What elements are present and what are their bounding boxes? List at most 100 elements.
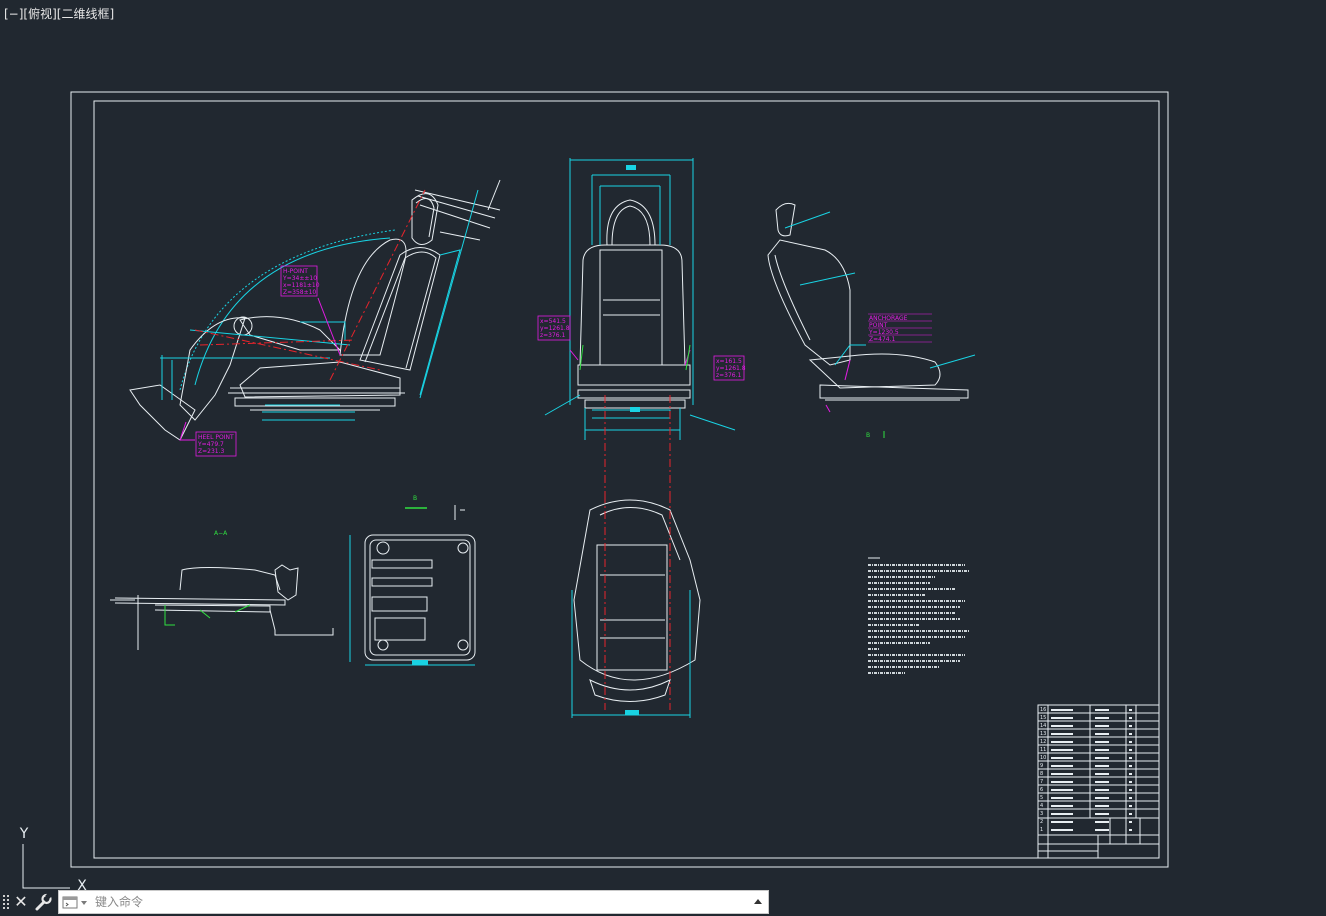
title-block-cell-mark xyxy=(1095,765,1109,767)
anchorage-callout: ANCHORAGE POINT Y=1230.5 Z=474.1 xyxy=(868,313,932,343)
title-block-cell-mark xyxy=(1129,797,1132,799)
anchorage-title: ANCHORAGE xyxy=(869,315,908,322)
title-block-cell-mark xyxy=(1051,725,1073,727)
title-block-cell-mark xyxy=(1095,717,1109,719)
title-block-cell-mark xyxy=(1095,797,1109,799)
title-block-cell-mark xyxy=(1095,749,1109,751)
front-left-z: z=376.1 xyxy=(540,332,566,339)
title-block-row-number: 9 xyxy=(1040,763,1043,769)
title-block-cell-mark xyxy=(1129,757,1132,759)
title-block-cell-mark xyxy=(1095,781,1109,783)
customize-wrench-icon[interactable] xyxy=(33,892,53,912)
title-block-cell-mark xyxy=(1095,741,1109,743)
bottom-plate-view xyxy=(349,505,476,666)
heelpoint-z: Z=231.3 xyxy=(198,448,224,455)
title-block-cell-mark xyxy=(1095,805,1109,807)
title-block-cell-mark xyxy=(1051,821,1073,823)
drag-handle-icon[interactable] xyxy=(2,894,10,910)
title-block-cell-mark xyxy=(1051,717,1073,719)
title-block-cell-mark xyxy=(1129,813,1132,815)
title-block-row-number: 4 xyxy=(1040,803,1043,809)
title-block-row-number: 15 xyxy=(1040,715,1046,721)
hpoint-x: x=1181±10 xyxy=(283,282,320,289)
title-block-row-number: 7 xyxy=(1040,779,1043,785)
title-block-cell-text xyxy=(1051,709,1132,831)
front-right-x: x=161.5 xyxy=(716,358,742,365)
title-block-cell-mark xyxy=(1051,749,1073,751)
model-viewport[interactable]: [−][俯视][二维线框] H-POINT Y=34±±10 x=1181±10… xyxy=(0,0,1326,916)
title-block-row-number: 14 xyxy=(1040,723,1046,729)
anchorage-point: POINT xyxy=(869,322,888,329)
technical-notes xyxy=(868,557,970,674)
title-block-cell-mark xyxy=(1095,773,1109,775)
title-block-cell-mark xyxy=(1051,797,1073,799)
front-left-x: x=541.5 xyxy=(540,318,566,325)
command-input-container xyxy=(58,890,769,914)
hpoint-title: H-POINT xyxy=(283,268,308,275)
title-block-row-number: 12 xyxy=(1040,739,1046,745)
front-view xyxy=(544,158,736,495)
heelpoint-y: Y=479.7 xyxy=(197,441,224,448)
title-block-cell-mark xyxy=(1095,813,1109,815)
close-command-line-button[interactable]: ✕ xyxy=(12,892,30,912)
title-block-row-number: 3 xyxy=(1040,811,1043,817)
title-block-cell-mark xyxy=(1051,805,1073,807)
title-block-cell-mark xyxy=(1129,765,1132,767)
title-block-cell-mark xyxy=(1129,773,1132,775)
title-block-cell-mark xyxy=(1051,757,1073,759)
heelpoint-title: HEEL POINT xyxy=(198,434,234,441)
title-block-cell-mark xyxy=(1129,805,1132,807)
recent-commands-icon[interactable] xyxy=(62,896,90,910)
ucs-y-label: Y xyxy=(19,826,29,842)
title-block-cell-mark xyxy=(1095,821,1109,823)
command-history-arrow-icon[interactable] xyxy=(752,895,764,909)
title-block-cell-mark xyxy=(1051,741,1073,743)
title-block-row-number: 5 xyxy=(1040,795,1043,801)
title-block-row-number: 6 xyxy=(1040,787,1043,793)
title-block-cell-mark xyxy=(1129,733,1132,735)
title-block-cell-mark xyxy=(1051,773,1073,775)
title-block-cell-mark xyxy=(1095,829,1109,831)
title-block-cell-mark xyxy=(1129,741,1132,743)
cad-drawing[interactable]: H-POINT Y=34±±10 x=1181±10 Z=358±10 HEEL… xyxy=(0,0,1326,888)
ucs-icon: Y X xyxy=(19,826,87,892)
title-block-row-number: 8 xyxy=(1040,771,1043,777)
title-block-row-number: 2 xyxy=(1040,819,1043,825)
title-block-cell-mark xyxy=(1095,725,1109,727)
title-block-row-number: 1 xyxy=(1040,827,1043,833)
side-view-left xyxy=(129,179,501,441)
hpoint-z: Z=358±10 xyxy=(283,289,316,296)
title-block-cell-mark xyxy=(1051,789,1073,791)
command-input[interactable] xyxy=(93,892,747,912)
title-block-row-number: 16 xyxy=(1040,707,1046,713)
section-aa-view xyxy=(110,564,334,650)
top-view xyxy=(571,495,701,718)
front-right-y: y=1261.8 xyxy=(716,365,746,372)
section-b-label: B xyxy=(413,495,417,502)
anchorage-y: Y=1230.5 xyxy=(868,329,899,336)
title-block-cell-mark xyxy=(1095,789,1109,791)
title-block-cell-mark xyxy=(1129,821,1132,823)
command-line-bar: ✕ xyxy=(0,888,1326,916)
title-block-cell-mark xyxy=(1051,781,1073,783)
title-block-cell-mark xyxy=(1129,709,1132,711)
heelpoint-callout: HEEL POINT Y=479.7 Z=231.3 xyxy=(195,431,237,457)
hpoint-callout: H-POINT Y=34±±10 x=1181±10 Z=358±10 xyxy=(280,265,320,297)
front-right-z: z=376.1 xyxy=(716,372,742,379)
section-aa-label: A−A xyxy=(214,530,228,537)
title-block-cell-mark xyxy=(1051,813,1073,815)
title-block-cell-mark xyxy=(1095,733,1109,735)
title-block-cell-mark xyxy=(1129,717,1132,719)
title-block-row-number: 13 xyxy=(1040,731,1046,737)
front-left-callout: x=541.5 y=1261.8 z=376.1 xyxy=(537,315,571,341)
anchorage-z: Z=474.1 xyxy=(869,336,895,343)
title-block-cell-mark xyxy=(1129,749,1132,751)
front-left-y: y=1261.8 xyxy=(540,325,570,332)
title-block-cell-mark xyxy=(1129,829,1132,831)
drawing-inner-frame xyxy=(93,100,1160,859)
title-block-row-number: 11 xyxy=(1040,747,1046,753)
title-block-cell-mark xyxy=(1095,709,1109,711)
title-block-cell-mark xyxy=(1129,781,1132,783)
title-block-cell-mark xyxy=(1051,765,1073,767)
title-block-cell-mark xyxy=(1051,829,1073,831)
